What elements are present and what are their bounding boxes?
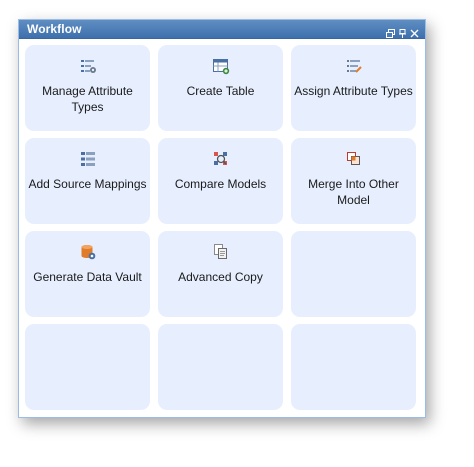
tile-label: Create Table — [186, 84, 255, 98]
tile-merge-into-other-model[interactable]: Merge Into Other Model — [291, 138, 416, 224]
tile-generate-data-vault[interactable]: Generate Data Vault — [25, 231, 150, 317]
tile-manage-attribute-types[interactable]: Manage Attribute Types — [25, 45, 150, 131]
tile-label: Generate Data Vault — [33, 270, 142, 284]
empty-tile — [158, 324, 283, 410]
tile-assign-attribute-types[interactable]: Assign Attribute Types — [291, 45, 416, 131]
empty-tile — [291, 324, 416, 410]
close-icon[interactable] — [410, 25, 419, 37]
attribute-settings-icon — [77, 55, 99, 77]
tile-label: Merge Into Other Model — [308, 177, 399, 207]
tile-add-source-mappings[interactable]: Add Source Mappings — [25, 138, 150, 224]
data-vault-icon — [77, 241, 99, 263]
window-titlebar[interactable]: Workflow — [19, 20, 425, 39]
empty-tile — [25, 324, 150, 410]
assign-attribute-icon — [343, 55, 365, 77]
tile-advanced-copy[interactable]: Advanced Copy — [158, 231, 283, 317]
copy-icon — [210, 241, 232, 263]
window-tools — [386, 25, 419, 38]
tile-label: Compare Models — [174, 177, 267, 191]
tile-create-table[interactable]: Create Table — [158, 45, 283, 131]
workflow-grid: Manage Attribute Types Create Table Assi… — [25, 45, 416, 410]
workflow-window: Workflow Manage Attribute Types Create T… — [18, 19, 426, 418]
tile-label: Advanced Copy — [178, 270, 263, 284]
merge-model-icon — [343, 148, 365, 170]
create-table-icon — [210, 55, 232, 77]
window-title: Workflow — [27, 22, 82, 36]
tile-label: Assign Attribute Types — [294, 84, 413, 98]
pin-icon[interactable] — [398, 25, 407, 38]
empty-tile — [291, 231, 416, 317]
compare-models-icon — [210, 148, 232, 170]
source-mapping-icon — [77, 148, 99, 170]
tile-label: Add Source Mappings — [28, 177, 147, 191]
tile-compare-models[interactable]: Compare Models — [158, 138, 283, 224]
tile-label: Manage Attribute Types — [42, 84, 133, 114]
restore-icon[interactable] — [386, 25, 395, 38]
